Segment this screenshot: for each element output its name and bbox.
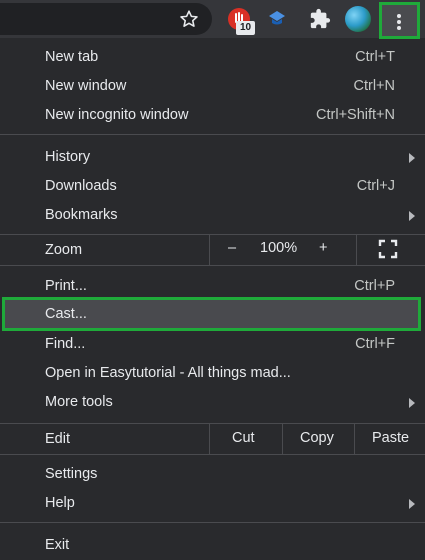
zoom-level: 100%	[260, 240, 298, 256]
menu-divider	[0, 134, 425, 135]
edit-divider	[209, 424, 210, 454]
menu-item-label: Open in Easytutorial - All things mad...	[45, 365, 291, 381]
menu-item-label: New tab	[45, 49, 99, 65]
submenu-arrow-icon	[409, 153, 415, 163]
fullscreen-icon[interactable]	[378, 239, 398, 259]
menu-item-help[interactable]: Help	[0, 489, 425, 518]
zoom-divider	[209, 235, 210, 265]
menu-item-shortcut: Ctrl+Shift+N	[316, 107, 395, 123]
zoom-label: Zoom	[45, 242, 83, 258]
menu-item-label: Find...	[45, 336, 86, 352]
menu-divider	[0, 522, 425, 523]
menu-item-label: Exit	[45, 537, 70, 553]
menu-item-zoom: Zoom – 100% +	[0, 235, 425, 265]
submenu-arrow-icon	[409, 499, 415, 509]
blue-extension-icon[interactable]	[266, 8, 288, 30]
menu-item-shortcut: Ctrl+T	[355, 49, 395, 65]
menu-item-label: Cast...	[45, 306, 87, 322]
menu-item-more-tools[interactable]: More tools	[0, 388, 425, 417]
browser-toolbar: 10	[0, 0, 425, 39]
zoom-out-button[interactable]: –	[228, 240, 236, 256]
menu-item-exit[interactable]: Exit	[0, 531, 425, 560]
puzzle-icon[interactable]	[309, 8, 331, 30]
menu-divider	[0, 265, 425, 266]
menu-item-shortcut: Ctrl+N	[353, 78, 396, 94]
zoom-in-button[interactable]: +	[319, 240, 327, 256]
menu-item-label: Print...	[45, 278, 87, 294]
menu-item-shortcut: Ctrl+P	[354, 278, 395, 294]
menu-item-new-incognito-window[interactable]: New incognito window Ctrl+Shift+N	[0, 101, 425, 130]
menu-item-label: Settings	[45, 466, 98, 482]
menu-item-edit: Edit Cut Copy Paste	[0, 424, 425, 454]
menu-item-label: Downloads	[45, 178, 117, 194]
menu-item-label: Bookmarks	[45, 207, 118, 223]
menu-item-settings[interactable]: Settings	[0, 460, 425, 489]
profile-avatar[interactable]	[345, 6, 371, 32]
edit-divider	[354, 424, 355, 454]
menu-item-history[interactable]: History	[0, 143, 425, 172]
submenu-arrow-icon	[409, 398, 415, 408]
star-icon[interactable]	[178, 8, 200, 30]
more-vert-icon[interactable]	[379, 2, 420, 39]
menu-item-label: New window	[45, 78, 127, 94]
menu-item-cast[interactable]: Cast...	[2, 297, 421, 331]
menu-item-label: New incognito window	[45, 107, 189, 123]
edit-label: Edit	[45, 431, 70, 447]
menu-item-label: History	[45, 149, 91, 165]
menu-divider	[0, 454, 425, 455]
menu-item-new-window[interactable]: New window Ctrl+N	[0, 72, 425, 101]
extension-badge: 10	[236, 21, 255, 35]
menu-item-open-in-app[interactable]: Open in Easytutorial - All things mad...	[0, 359, 425, 388]
zoom-divider	[356, 235, 357, 265]
menu-item-label: More tools	[45, 394, 113, 410]
menu-item-new-tab[interactable]: New tab Ctrl+T	[0, 43, 425, 72]
submenu-arrow-icon	[409, 211, 415, 221]
edit-divider	[282, 424, 283, 454]
chrome-main-menu: New tab Ctrl+T New window Ctrl+N New inc…	[0, 38, 425, 560]
paste-button[interactable]: Paste	[372, 430, 409, 446]
menu-item-shortcut: Ctrl+F	[355, 336, 395, 352]
menu-item-downloads[interactable]: Downloads Ctrl+J	[0, 172, 425, 201]
menu-item-bookmarks[interactable]: Bookmarks	[0, 201, 425, 230]
cut-button[interactable]: Cut	[232, 430, 255, 446]
menu-item-shortcut: Ctrl+J	[356, 178, 395, 194]
copy-button[interactable]: Copy	[300, 430, 334, 446]
menu-item-find[interactable]: Find... Ctrl+F	[0, 330, 425, 359]
menu-item-label: Help	[45, 495, 75, 511]
